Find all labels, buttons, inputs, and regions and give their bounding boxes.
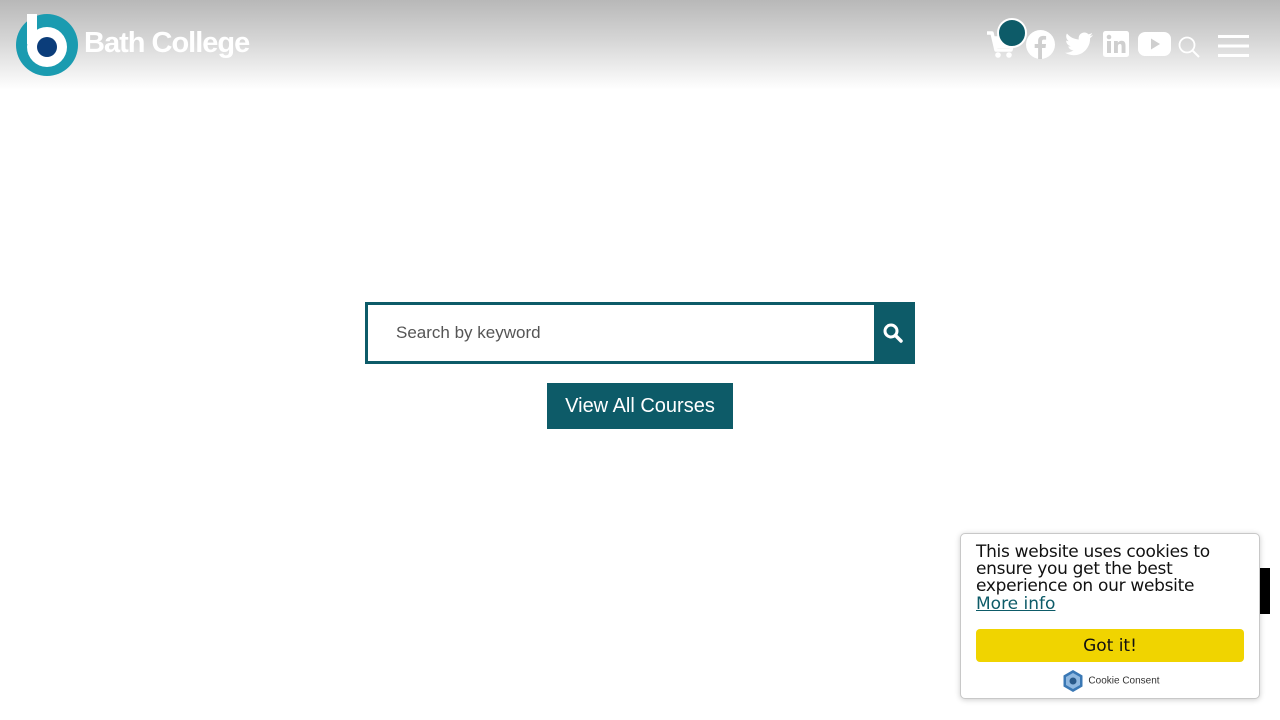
course-search-form [365,302,915,364]
cookie-consent-logo-icon [1063,670,1083,692]
twitter-icon[interactable] [1065,31,1093,57]
facebook-icon[interactable] [1026,30,1055,59]
cookie-message: This website uses cookies to ensure you … [976,542,1210,596]
view-all-courses-button[interactable]: View All Courses [547,383,733,429]
site-header: Bath College [0,0,1280,90]
bath-college-logo[interactable]: Bath College [16,14,256,76]
cart-count-badge [997,18,1027,48]
logo-text: Bath College [84,27,250,59]
menu-icon[interactable] [1218,33,1250,59]
cookie-banner: This website uses cookies to ensure you … [960,533,1260,699]
cookie-accept-button[interactable]: Got it! [976,629,1244,662]
search-icon[interactable] [1177,35,1201,59]
cookie-brand-text: Cookie Consent [1088,675,1160,687]
side-tab[interactable] [1259,568,1270,614]
linkedin-icon[interactable] [1103,31,1129,57]
cookie-more-info-link[interactable]: More info [976,595,1244,613]
cookie-consent-brand[interactable]: Cookie Consent [961,670,1261,692]
logo-mark-icon [16,14,78,76]
search-submit-button[interactable] [874,302,912,364]
youtube-icon[interactable] [1138,32,1171,56]
search-input[interactable] [368,305,876,361]
search-icon [883,323,903,343]
